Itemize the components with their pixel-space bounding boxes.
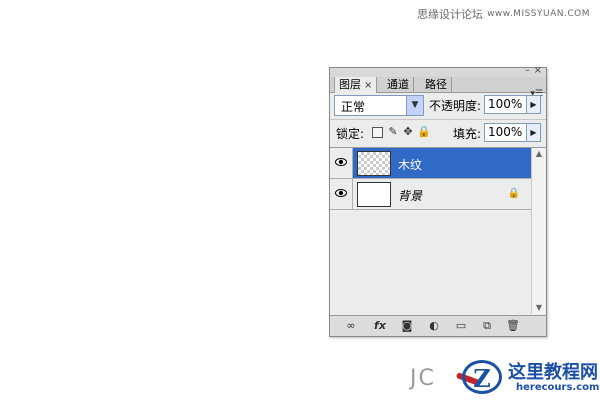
fx-icon[interactable]: fx bbox=[370, 319, 390, 333]
tab-paths[interactable]: 路径 bbox=[421, 77, 452, 92]
scroll-down-icon[interactable]: ▼ bbox=[532, 302, 546, 314]
layer-row[interactable]: 背景 🔒 bbox=[330, 179, 532, 210]
blend-mode-select[interactable]: 正常 ▼ bbox=[334, 95, 424, 116]
chevron-down-icon[interactable]: ▼ bbox=[406, 96, 423, 115]
layer-name[interactable]: 木纹 bbox=[398, 156, 422, 173]
layer-name[interactable]: 背景 bbox=[398, 187, 422, 204]
layers-scrollbar[interactable]: ▲ ▼ bbox=[531, 147, 546, 314]
layers-list: 木纹 背景 🔒 bbox=[330, 147, 532, 314]
tab-layers-label: 图层 bbox=[339, 78, 361, 91]
layer-row[interactable]: 木纹 bbox=[330, 148, 532, 179]
tab-paths-label: 路径 bbox=[425, 78, 447, 91]
close-tab-icon[interactable]: × bbox=[364, 80, 372, 91]
mask-icon[interactable]: ◙ bbox=[400, 319, 414, 333]
adjustment-icon[interactable]: ◐ bbox=[426, 319, 442, 333]
divider bbox=[330, 119, 546, 120]
scroll-up-icon[interactable]: ▲ bbox=[532, 148, 546, 160]
site-name: 这里教程网 bbox=[508, 362, 598, 383]
watermark-top: 思缘设计论坛 www.MISSYUAN.COM bbox=[417, 6, 590, 22]
lock-all-icon[interactable]: 🔒 bbox=[417, 126, 431, 138]
watermark-url: www.MISSYUAN.COM bbox=[487, 9, 590, 19]
group-icon[interactable]: ▭ bbox=[454, 319, 468, 333]
blend-opacity-row: 正常 ▼ 不透明度: 100% ▶ bbox=[334, 95, 542, 117]
layers-panel: – × 图层 × 通道 路径 ▾☰ 正常 ▼ 不透明度: 100% ▶ 锁定: ✎… bbox=[329, 65, 547, 337]
layer-thumbnail bbox=[357, 182, 391, 207]
opacity-input[interactable]: 100% bbox=[484, 95, 530, 114]
lock-icon: 🔒 bbox=[507, 188, 520, 199]
site-logo-icon: Z bbox=[462, 360, 502, 394]
trash-icon[interactable]: 🗑 bbox=[506, 319, 520, 333]
close-panel-button[interactable]: × bbox=[534, 65, 542, 76]
lock-fill-row: 锁定: ✎ ✥ 🔒 填充: 100% ▶ bbox=[334, 123, 542, 145]
eye-icon bbox=[335, 189, 347, 197]
site-domain: herecours.com bbox=[516, 382, 600, 393]
visibility-toggle[interactable] bbox=[330, 179, 353, 209]
blend-mode-value: 正常 bbox=[341, 100, 366, 114]
panel-titlebar: – × bbox=[330, 65, 546, 77]
jc-mark: JC bbox=[410, 366, 436, 391]
move-icon[interactable]: ✥ bbox=[402, 126, 414, 138]
watermark-text: 思缘设计论坛 bbox=[417, 8, 484, 21]
tab-channels[interactable]: 通道 bbox=[383, 77, 414, 92]
lock-transparency-icon[interactable] bbox=[372, 127, 383, 138]
panel-bottom-toolbar: ∞ fx ◙ ◐ ▭ ⧉ 🗑 bbox=[330, 315, 546, 336]
fill-arrow-icon[interactable]: ▶ bbox=[526, 123, 541, 142]
watermark-bottom: JC Z 这里教程网 herecours.com bbox=[410, 352, 600, 398]
visibility-toggle[interactable] bbox=[330, 148, 353, 178]
layer-thumbnail bbox=[357, 151, 391, 176]
lock-label: 锁定: bbox=[336, 127, 365, 141]
tab-channels-label: 通道 bbox=[387, 78, 409, 91]
fill-label: 填充: bbox=[453, 127, 482, 141]
eye-icon bbox=[335, 158, 347, 166]
panel-tabs: 图层 × 通道 路径 ▾☰ bbox=[330, 77, 546, 99]
fill-input[interactable]: 100% bbox=[484, 123, 530, 142]
link-layers-icon[interactable]: ∞ bbox=[342, 319, 360, 333]
minimize-button[interactable]: – bbox=[525, 65, 530, 76]
opacity-label: 不透明度: bbox=[429, 99, 482, 113]
new-layer-icon[interactable]: ⧉ bbox=[480, 319, 494, 333]
brush-icon[interactable]: ✎ bbox=[387, 126, 399, 138]
tab-layers[interactable]: 图层 × bbox=[334, 77, 378, 93]
opacity-arrow-icon[interactable]: ▶ bbox=[526, 95, 541, 114]
